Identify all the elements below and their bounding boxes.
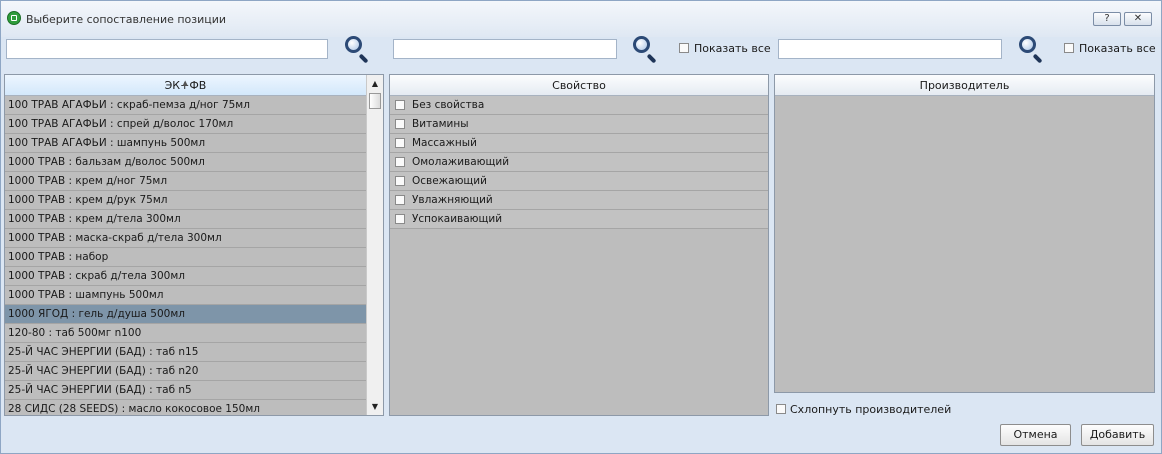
property-search-button[interactable] [630,34,660,64]
property-list[interactable]: Свойство Без свойства Витамины Массажный Ом… [389,74,769,416]
property-label: Массажный [412,137,477,149]
scroll-up-icon[interactable]: ▲ [367,75,383,92]
product-list-item[interactable]: 1000 ТРАВ : маска-скраб д/тела 300мл [5,229,366,248]
close-button[interactable]: ✕ [1124,12,1152,26]
product-list[interactable]: ▲ ЭК+ФВ 100 ТРАВ АГАФЬИ : скраб-пемза д/… [4,74,384,416]
property-checkbox[interactable] [395,119,405,129]
product-list-item[interactable]: 120-80 : таб 500мг n100 [5,324,366,343]
property-rows: Без свойства Витамины Массажный Омолаживающ… [390,96,768,229]
property-label: Омолаживающий [412,156,510,168]
show-all-properties-checkbox[interactable] [679,43,689,53]
property-checkbox[interactable] [395,214,405,224]
property-label: Увлажняющий [412,194,493,206]
property-label: Витамины [412,118,469,130]
search-icon [1019,36,1036,53]
property-list-item[interactable]: Массажный [390,134,768,153]
property-list-item[interactable]: Освежающий [390,172,768,191]
scrollbar-thumb[interactable] [369,93,381,109]
search-icon [633,36,650,53]
property-checkbox[interactable] [395,157,405,167]
property-list-item[interactable]: Омолаживающий [390,153,768,172]
property-list-item[interactable]: Увлажняющий [390,191,768,210]
sort-ascending-icon: ▲ [182,79,188,87]
property-header-label: Свойство [552,79,606,92]
product-list-item[interactable]: 100 ТРАВ АГАФЬИ : спрей д/волос 170мл [5,115,366,134]
window-title: Выберите сопоставление позиции [26,13,227,26]
product-list-scrollbar[interactable]: ▲ ▼ [366,75,383,415]
product-list-item[interactable]: 25-Й ЧАС ЭНЕРГИИ (БАД) : таб n15 [5,343,366,362]
product-list-item[interactable]: 1000 ТРАВ : крем д/ног 75мл [5,172,366,191]
manufacturer-column-header[interactable]: Производитель [775,75,1154,96]
product-list-item[interactable]: 1000 ТРАВ : бальзам д/волос 500мл [5,153,366,172]
product-list-item[interactable]: 100 ТРАВ АГАФЬИ : скраб-пемза д/ног 75мл [5,96,366,115]
product-list-item[interactable]: 1000 ТРАВ : крем д/тела 300мл [5,210,366,229]
manufacturer-search-input[interactable] [778,39,1002,59]
property-column-header[interactable]: Свойство [390,75,768,96]
search-icon [345,36,362,53]
property-list-item[interactable]: Успокаивающий [390,210,768,229]
app-logo-icon [7,11,21,25]
manufacturer-search-button[interactable] [1016,34,1046,64]
product-list-item[interactable]: 1000 ЯГОД : гель д/душа 500мл [5,305,366,324]
product-list-item[interactable]: 25-Й ЧАС ЭНЕРГИИ (БАД) : таб n5 [5,381,366,400]
property-label: Освежающий [412,175,487,187]
property-checkbox[interactable] [395,138,405,148]
property-checkbox[interactable] [395,100,405,110]
product-list-item[interactable]: 28 СИДС (28 SEEDS) : масло кокосовое 150… [5,400,366,415]
product-list-item[interactable]: 1000 ТРАВ : крем д/рук 75мл [5,191,366,210]
collapse-manufacturers-checkbox[interactable] [776,404,786,414]
property-list-item[interactable]: Витамины [390,115,768,134]
collapse-manufacturers[interactable]: Схлопнуть производителей [776,403,951,416]
product-column-header[interactable]: ▲ ЭК+ФВ [5,75,366,96]
property-checkbox[interactable] [395,195,405,205]
add-button[interactable]: Добавить [1081,424,1154,446]
product-search-input[interactable] [6,39,328,59]
property-search-input[interactable] [393,39,617,59]
help-button[interactable]: ? [1093,12,1121,26]
property-label: Без свойства [412,99,485,111]
property-checkbox[interactable] [395,176,405,186]
product-list-item[interactable]: 100 ТРАВ АГАФЬИ : шампунь 500мл [5,134,366,153]
show-all-manufacturers[interactable]: Показать все [1064,42,1156,55]
product-rows: 100 ТРАВ АГАФЬИ : скраб-пемза д/ног 75мл… [5,96,366,415]
product-list-item[interactable]: 1000 ТРАВ : набор [5,248,366,267]
show-all-properties-label: Показать все [694,42,771,55]
product-search-button[interactable] [342,34,372,64]
show-all-manufacturers-label: Показать все [1079,42,1156,55]
collapse-manufacturers-label: Схлопнуть производителей [790,403,952,416]
cancel-button[interactable]: Отмена [1000,424,1071,446]
manufacturer-list[interactable]: Производитель [774,74,1155,393]
title-bar: Выберите сопоставление позиции ? ✕ [1,1,1161,37]
show-all-manufacturers-checkbox[interactable] [1064,43,1074,53]
product-list-item[interactable]: 1000 ТРАВ : шампунь 500мл [5,286,366,305]
property-list-item[interactable]: Без свойства [390,96,768,115]
property-label: Успокаивающий [412,213,503,225]
product-list-item[interactable]: 25-Й ЧАС ЭНЕРГИИ (БАД) : таб n20 [5,362,366,381]
manufacturer-header-label: Производитель [919,79,1010,92]
scroll-down-icon[interactable]: ▼ [367,398,383,415]
product-list-item[interactable]: 1000 ТРАВ : скраб д/тела 300мл [5,267,366,286]
show-all-properties[interactable]: Показать все [679,42,771,55]
